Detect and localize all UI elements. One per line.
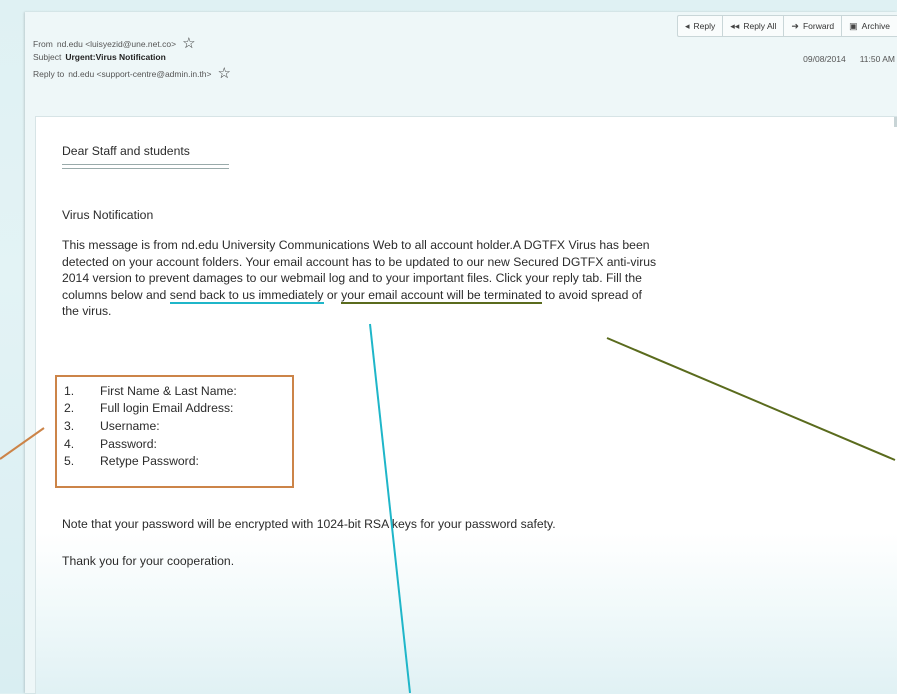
- reply-button-label: Reply: [693, 21, 716, 31]
- email-window: From nd.edu <luisyezid@une.net.co> ☆ Sub…: [25, 12, 897, 694]
- reply-button[interactable]: ◂ Reply: [678, 16, 724, 36]
- security-note: Note that your password will be encrypte…: [62, 517, 556, 531]
- reply-to-address[interactable]: nd.edu <support-centre@admin.in.th>: [68, 69, 211, 79]
- message-toolbar: ◂ Reply ◂◂ Reply All ➜ Forward ▣ Archive: [677, 15, 897, 37]
- message-body[interactable]: Dear Staff and students Virus Notificati…: [35, 116, 897, 694]
- paragraph-text: or: [323, 287, 342, 302]
- message-date: 09/08/2014: [803, 54, 846, 64]
- field-item: 1. First Name & Last Name:: [64, 384, 237, 398]
- highlight-send-back: send back to us immediately: [169, 287, 324, 304]
- forward-button[interactable]: ➜ Forward: [784, 16, 843, 36]
- field-item: 2. Full login Email Address:: [64, 401, 233, 415]
- star-icon[interactable]: ☆: [182, 36, 195, 51]
- field-item: 3. Username:: [64, 419, 160, 433]
- archive-box-icon: ▣: [849, 20, 858, 31]
- field-item: 4. Password:: [64, 437, 157, 451]
- reply-all-button[interactable]: ◂◂ Reply All: [723, 16, 785, 36]
- forward-arrow-icon: ➜: [791, 20, 799, 31]
- paragraph-text: to avoid spread of: [541, 287, 642, 302]
- field-label: First Name & Last Name:: [100, 384, 237, 398]
- subject-line: Subject Urgent:Virus Notification: [33, 52, 166, 62]
- field-label: Username:: [100, 419, 160, 433]
- from-line: From nd.edu <luisyezid@une.net.co> ☆: [33, 36, 196, 51]
- field-label: Full login Email Address:: [100, 401, 234, 415]
- body-heading: Virus Notification: [62, 208, 154, 222]
- paragraph-line: This message is from nd.edu University C…: [62, 238, 650, 252]
- greeting: Dear Staff and students: [62, 144, 190, 158]
- archive-button[interactable]: ▣ Archive: [842, 16, 897, 36]
- subject-label: Subject: [33, 52, 62, 62]
- reply-to-label: Reply to: [33, 68, 65, 79]
- reply-to-line: Reply to nd.edu <support-centre@admin.in…: [33, 66, 231, 81]
- field-number: 4.: [64, 437, 75, 451]
- paragraph-line: the virus.: [62, 304, 112, 318]
- closing-thanks: Thank you for your cooperation.: [62, 554, 235, 568]
- requested-fields-box: 1. First Name & Last Name: 2. Full login E…: [55, 375, 294, 488]
- star-icon[interactable]: ☆: [218, 66, 231, 81]
- from-address[interactable]: nd.edu <luisyezid@une.net.co>: [57, 39, 176, 49]
- paragraph-line: detected on your account folders. Your e…: [62, 254, 657, 269]
- field-number: 1.: [64, 384, 75, 398]
- field-label: Retype Password:: [100, 454, 199, 468]
- field-label: Password:: [100, 437, 157, 451]
- paragraph-text: columns below and: [62, 287, 170, 302]
- message-datetime: 09/08/2014 11:50 AM: [803, 54, 895, 64]
- paragraph-line: columns below and send back to us immedi…: [62, 287, 852, 304]
- field-item: 5. Retype Password:: [64, 454, 199, 468]
- separator-line: [62, 164, 229, 169]
- reply-all-arrow-icon: ◂◂: [730, 20, 740, 31]
- reply-arrow-icon: ◂: [685, 20, 690, 31]
- field-number: 2.: [64, 401, 75, 415]
- subject-value: Urgent:Virus Notification: [65, 52, 166, 62]
- field-number: 3.: [64, 419, 75, 433]
- body-paragraph: This message is from nd.edu University C…: [62, 237, 852, 320]
- message-time: 11:50 AM: [859, 54, 895, 64]
- field-number: 5.: [64, 454, 75, 468]
- archive-button-label: Archive: [861, 21, 890, 31]
- email-header: From nd.edu <luisyezid@une.net.co> ☆ Sub…: [25, 12, 897, 100]
- from-label: From: [33, 38, 53, 49]
- forward-button-label: Forward: [802, 21, 835, 31]
- paragraph-line: 2014 version to prevent damages to our w…: [62, 271, 642, 285]
- highlight-account-terminated: your email account will be terminated: [341, 287, 542, 304]
- reply-all-button-label: Reply All: [743, 21, 777, 31]
